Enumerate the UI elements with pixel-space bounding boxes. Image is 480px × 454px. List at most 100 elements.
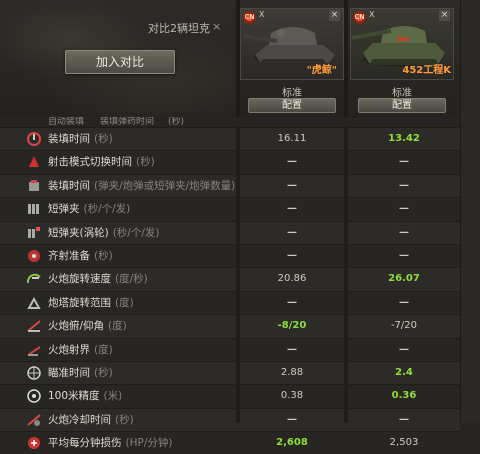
stat-name: 火炮旋转速度 [48, 273, 111, 286]
tank-image-2: CN X × 452工程K [350, 8, 454, 80]
salvo-icon [26, 248, 42, 264]
stat-row: 瞄准时间 (秒) 2.88 2.4 [0, 360, 460, 385]
stat-value-tank-2: -7/20 [390, 320, 418, 332]
stat-row: 短弹夹(涡轮) (秒/个/发) — — [0, 220, 460, 244]
stat-unit: (秒/个/发) [83, 203, 131, 216]
turret-arc-icon [26, 295, 42, 311]
stat-row: 装填时间 (弹夹/炮弹或短弹夹/炮弹数量) — — [0, 173, 460, 198]
stat-value-tank-1: — [287, 179, 297, 191]
cooldown-icon [26, 412, 42, 428]
stat-name: 火炮冷却时间 [48, 413, 111, 426]
stat-value-tank-2: 2.4 [395, 366, 413, 378]
stat-name: 齐射准备 [48, 249, 90, 262]
stat-value-tank-2: — [399, 226, 409, 238]
reload-icon [26, 131, 42, 147]
close-compare-button[interactable]: × [212, 20, 221, 33]
stat-value-tank-1: — [287, 156, 297, 168]
stat-row: 齐射准备 (秒) — — [0, 243, 460, 268]
configure-button[interactable]: 配置 [358, 98, 446, 113]
stat-label: 短弹夹 (秒/个/发) [48, 198, 130, 220]
stat-value-tank-2: — [399, 413, 409, 425]
stat-label: 火炮冷却时间 (秒) [48, 409, 134, 431]
stat-label: 射击模式切换时间 (秒) [48, 151, 155, 173]
stat-label: 平均每分钟损伤 (HP/分钟) [48, 432, 172, 454]
stat-value-tank-1: 2.88 [280, 366, 304, 378]
stat-label: 100米精度 (米) [48, 385, 122, 407]
stat-value-tank-2: — [399, 156, 409, 168]
clip-icon [26, 201, 42, 217]
stat-unit: (度/秒) [115, 273, 148, 286]
column-divider [344, 0, 348, 117]
stat-label: 装填时间 (秒) [48, 128, 113, 150]
stat-name: 炮塔旋转范围 [48, 296, 111, 309]
stat-name: 短弹夹(涡轮) [48, 226, 109, 239]
cutoff-suffix: (秒) [168, 117, 185, 127]
nation-flag-icon: CN [243, 11, 256, 24]
stat-value-tank-2: — [399, 296, 409, 308]
right-panel-edge [460, 0, 480, 423]
add-to-compare-button[interactable]: 加入对比 [65, 50, 175, 74]
stat-name: 射击模式切换时间 [48, 156, 132, 169]
stat-value-tank-1: — [287, 413, 297, 425]
tank-image-1: CN X × "虎鲸" [240, 8, 344, 80]
stat-unit: (秒) [94, 249, 113, 262]
stat-value-tank-2: — [399, 249, 409, 261]
tank-card-1[interactable]: CN X × "虎鲸" 标准 配置 [240, 8, 344, 114]
stat-row: 火炮冷却时间 (秒) — — [0, 407, 460, 432]
gun-arc-icon [26, 342, 42, 358]
stat-value-tank-2: 26.07 [388, 273, 420, 285]
stat-value-tank-1: 0.38 [280, 390, 304, 402]
stat-label: 炮塔旋转范围 (度) [48, 292, 134, 314]
stat-label: 装填时间 (弹夹/炮弹或短弹夹/炮弹数量) [48, 175, 235, 197]
accuracy-icon [26, 388, 42, 404]
stat-label: 齐射准备 (秒) [48, 245, 113, 267]
nation-flag-icon: CN [353, 11, 366, 24]
stat-row: 短弹夹 (秒/个/发) — — [0, 197, 460, 221]
fire-mode-icon [26, 154, 42, 170]
elevation-icon [26, 318, 42, 334]
stat-name: 平均每分钟损伤 [48, 437, 122, 450]
stat-label: 瞄准时间 (秒) [48, 362, 113, 384]
stat-row: 火炮俯/仰角 (度) -8/20 -7/20 [0, 314, 460, 338]
remove-tank-button[interactable]: × [439, 10, 450, 21]
stat-name: 100米精度 [48, 390, 100, 403]
tier-label: X [259, 10, 265, 19]
stat-label: 短弹夹(涡轮) (秒/个/发) [48, 222, 159, 244]
stat-value-tank-2: 13.42 [388, 133, 420, 144]
config-label: 标准 [282, 88, 302, 99]
stat-value-tank-1: 2,608 [276, 437, 308, 449]
stat-unit: (秒) [136, 156, 155, 169]
stat-row: 火炮射界 (度) — — [0, 337, 460, 361]
stat-value-tank-1: — [287, 203, 297, 215]
stat-unit: (米) [103, 390, 123, 403]
compare-header: 对比2辆坦克 × 加入对比 CN X × "虎鲸" 标准 配置 CN X × 4… [0, 0, 480, 117]
gun-traverse-icon [26, 271, 42, 287]
configure-button[interactable]: 配置 [248, 98, 336, 113]
stat-unit: (度) [115, 296, 134, 309]
tier-label: X [369, 10, 375, 19]
remove-tank-button[interactable]: × [329, 10, 340, 21]
stat-unit: (秒) [115, 413, 134, 426]
cutoff-unit: 装填弹药时间 [100, 117, 155, 127]
stat-row: 100米精度 (米) 0.38 0.36 [0, 384, 460, 408]
stat-row: 射击模式切换时间 (秒) — — [0, 150, 460, 174]
stat-row: 炮塔旋转范围 (度) — — [0, 290, 460, 315]
config-label: 标准 [392, 88, 412, 99]
stat-label: 火炮射界 (度) [48, 339, 113, 361]
stat-unit: (HP/分钟) [125, 437, 173, 450]
stat-unit: (秒) [94, 133, 113, 145]
stat-name: 瞄准时间 [48, 366, 90, 379]
column-divider [344, 127, 348, 423]
turbo-clip-icon [26, 225, 42, 241]
column-divider [236, 127, 240, 423]
stat-value-tank-1: 20.86 [277, 273, 307, 285]
stat-unit: (弹夹/炮弹或短弹夹/炮弹数量) [94, 179, 236, 192]
stat-unit: (度) [94, 343, 113, 356]
magazine-reload-icon [26, 178, 42, 194]
dpm-icon [26, 435, 42, 451]
tank-card-2[interactable]: CN X × 452工程K 标准 配置 [350, 8, 454, 114]
stat-row: 装填时间 (秒) 16.11 13.42 [0, 127, 460, 151]
tank-name: "虎鲸" [306, 65, 337, 76]
stat-name: 装填时间 [48, 133, 90, 145]
stat-value-tank-1: 16.11 [277, 133, 307, 144]
